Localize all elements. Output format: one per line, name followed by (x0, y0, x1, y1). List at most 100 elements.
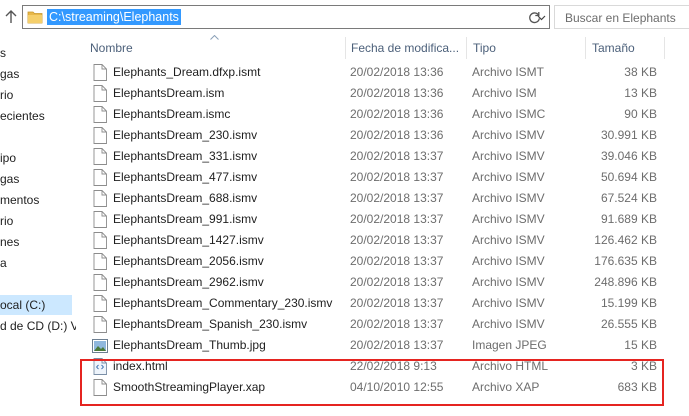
file-name: ElephantsDream_477.ismv (113, 170, 258, 184)
file-type: Archivo ISMV (472, 191, 545, 205)
file-size: 67.524 KB (600, 191, 657, 205)
file-size: 176.635 KB (594, 254, 657, 268)
file-date: 20/02/2018 13:37 (350, 149, 444, 163)
document-icon (93, 106, 107, 123)
file-date: 20/02/2018 13:37 (350, 296, 444, 310)
folder-icon (27, 11, 43, 24)
file-size: 15 KB (624, 338, 657, 352)
file-row[interactable]: ElephantsDream_331.ismv 20/02/2018 13:37 A… (80, 146, 665, 167)
file-date: 20/02/2018 13:37 (350, 233, 444, 247)
document-icon (93, 127, 107, 144)
column-header-date[interactable]: Fecha de modifica... (351, 36, 459, 60)
file-row[interactable]: ElephantsDream_1427.ismv 20/02/2018 13:37… (80, 230, 665, 251)
search-input[interactable]: Buscar en Elephants (554, 5, 689, 29)
file-date: 20/02/2018 13:37 (350, 170, 444, 184)
file-row[interactable]: ElephantsDream_2962.ismv 20/02/2018 13:37… (80, 272, 665, 293)
file-type: Archivo ISMV (472, 149, 545, 163)
file-type: Archivo ISMV (472, 128, 545, 142)
file-size: 26.555 KB (600, 317, 657, 331)
file-type: Archivo ISMV (472, 212, 545, 226)
column-divider[interactable] (466, 37, 467, 59)
file-size: 248.896 KB (594, 275, 657, 289)
file-name: ElephantsDream_2056.ismv (113, 254, 264, 268)
file-name: ElephantsDream_688.ismv (113, 191, 258, 205)
nav-item[interactable]: ipo (0, 148, 16, 168)
file-size: 126.462 KB (594, 233, 657, 247)
nav-item[interactable]: gas (0, 169, 19, 189)
file-size: 39.046 KB (600, 149, 657, 163)
nav-item-local-disk[interactable]: ocal (C:) (0, 295, 72, 315)
file-type: Imagen JPEG (472, 338, 547, 352)
document-icon (93, 85, 107, 102)
document-icon (93, 190, 107, 207)
file-row[interactable]: ElephantsDream_Commentary_230.ismv 20/02/… (80, 293, 665, 314)
address-path[interactable]: C:\streaming\Elephants (47, 9, 181, 25)
file-name: ElephantsDream_2962.ismv (113, 275, 264, 289)
file-row[interactable]: ElephantsDream_Spanish_230.ismv 20/02/201… (80, 314, 665, 335)
address-row: C:\streaming\Elephants Buscar en Elephan… (0, 0, 689, 34)
file-name: ElephantsDream_Commentary_230.ismv (113, 296, 333, 310)
nav-item[interactable]: a (0, 253, 7, 273)
column-divider[interactable] (664, 37, 665, 59)
nav-item[interactable]: ecientes (0, 106, 45, 126)
file-row[interactable]: ElephantsDream_2056.ismv 20/02/2018 13:37… (80, 251, 665, 272)
file-row[interactable]: ElephantsDream_230.ismv 20/02/2018 13:36 A… (80, 125, 665, 146)
nav-item[interactable]: nes (0, 232, 19, 252)
nav-item[interactable]: rio (0, 211, 13, 231)
file-row[interactable]: ElephantsDream.ismc 20/02/2018 13:36 Archi… (80, 104, 665, 125)
nav-item[interactable]: s (0, 43, 6, 63)
file-size: 13 KB (624, 86, 657, 100)
highlight-box (80, 359, 664, 406)
file-row[interactable]: ElephantsDream.ism 20/02/2018 13:36 Archiv… (80, 83, 665, 104)
file-size: 38 KB (624, 65, 657, 79)
nav-item-cd-drive[interactable]: d de CD (D:) V (0, 316, 76, 336)
address-bar[interactable]: C:\streaming\Elephants (22, 5, 550, 29)
file-type: Archivo ISMV (472, 317, 545, 331)
file-date: 20/02/2018 13:37 (350, 254, 444, 268)
file-name: ElephantsDream.ism (113, 86, 225, 100)
file-name: ElephantsDream_991.ismv (113, 212, 258, 226)
file-date: 20/02/2018 13:37 (350, 338, 444, 352)
file-size: 15.199 KB (600, 296, 657, 310)
column-header-size[interactable]: Tamaño (592, 36, 635, 60)
nav-item[interactable]: rio (0, 85, 13, 105)
file-row[interactable]: ElephantsDream_477.ismv 20/02/2018 13:37 A… (80, 167, 665, 188)
file-type: Archivo ISMV (472, 275, 545, 289)
file-type: Archivo ISM (472, 86, 537, 100)
file-name: Elephants_Dream.dfxp.ismt (113, 65, 261, 79)
file-type: Archivo ISMV (472, 254, 545, 268)
file-row[interactable]: ElephantsDream_991.ismv 20/02/2018 13:37 A… (80, 209, 665, 230)
file-type: Archivo ISMV (472, 296, 545, 310)
column-header-name[interactable]: Nombre (90, 36, 133, 60)
refresh-icon[interactable] (520, 5, 548, 29)
file-name: ElephantsDream_331.ismv (113, 149, 258, 163)
search-placeholder: Buscar en Elephants (565, 11, 676, 25)
file-name: ElephantsDream.ismc (113, 107, 231, 121)
document-icon (93, 253, 107, 270)
column-divider[interactable] (345, 37, 346, 59)
file-row[interactable]: ElephantsDream_688.ismv 20/02/2018 13:37 A… (80, 188, 665, 209)
file-date: 20/02/2018 13:36 (350, 86, 444, 100)
document-icon (93, 148, 107, 165)
document-icon (93, 316, 107, 333)
nav-item[interactable]: gas (0, 64, 19, 84)
column-divider[interactable] (585, 37, 586, 59)
file-row[interactable]: Elephants_Dream.dfxp.ismt 20/02/2018 13:3… (80, 62, 665, 83)
up-arrow-icon[interactable] (2, 6, 20, 28)
document-icon (93, 232, 107, 249)
column-header-type[interactable]: Tipo (473, 36, 496, 60)
image-icon (92, 339, 108, 356)
nav-item[interactable]: mentos (0, 190, 39, 210)
document-icon (93, 211, 107, 228)
file-type: Archivo ISMT (472, 65, 545, 79)
file-name: ElephantsDream_1427.ismv (113, 233, 264, 247)
file-size: 50.694 KB (600, 170, 657, 184)
file-row[interactable]: ElephantsDream_Thumb.jpg 20/02/2018 13:37… (80, 335, 665, 356)
file-date: 20/02/2018 13:37 (350, 275, 444, 289)
navigation-pane: s gas rio ecientes ipo gas mentos rio ne… (0, 34, 76, 416)
file-name: ElephantsDream_Spanish_230.ismv (113, 317, 308, 331)
file-name: ElephantsDream_230.ismv (113, 128, 258, 142)
file-date: 20/02/2018 13:36 (350, 128, 444, 142)
file-type: Archivo ISMV (472, 233, 545, 247)
document-icon (93, 64, 107, 81)
